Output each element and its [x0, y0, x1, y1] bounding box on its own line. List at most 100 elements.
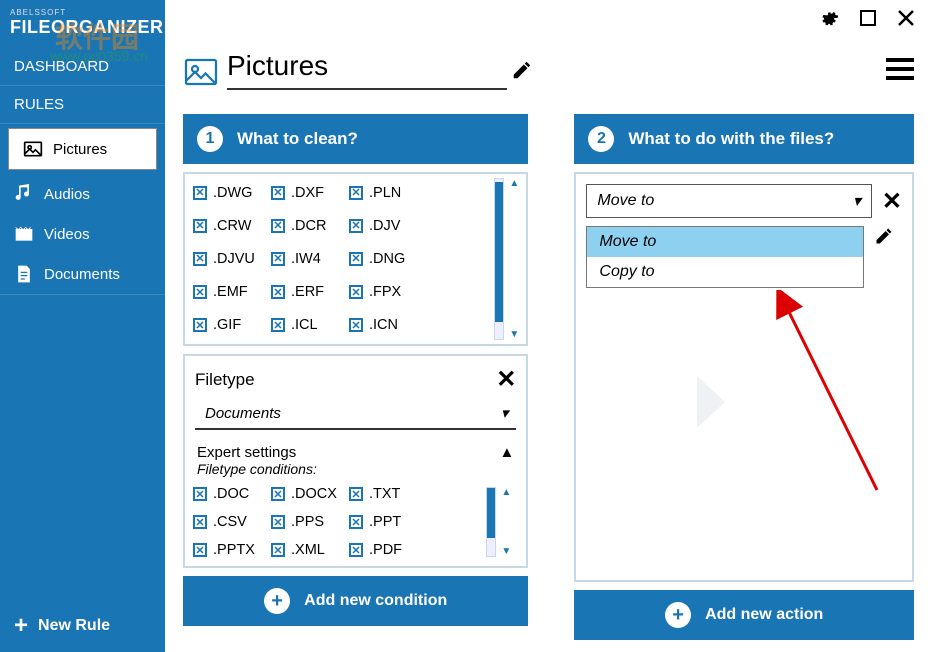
filetype-item[interactable]: ✕ .ICN: [349, 312, 427, 339]
checkbox[interactable]: ✕: [193, 318, 207, 332]
filetype-item[interactable]: ✕ .PPS: [271, 511, 349, 533]
filetype-item[interactable]: ✕.IW4: [271, 245, 349, 272]
filetype-item[interactable]: ✕.DCR: [271, 212, 349, 239]
add-condition-button[interactable]: + Add new condition: [183, 576, 528, 626]
page-title: Pictures: [227, 50, 328, 82]
filetype-item[interactable]: ✕ .DXF: [271, 179, 349, 206]
action-box: Move to ▾ ✕ Move to Copy to: [574, 172, 914, 582]
filetype-item[interactable]: ✕ .DWG: [193, 179, 271, 206]
filetype-label: .CSV: [213, 514, 247, 530]
checkbox[interactable]: ✕: [271, 186, 285, 200]
filetype-item[interactable]: ✕ .DOCX: [271, 483, 349, 505]
scrollbar[interactable]: [494, 178, 504, 340]
checkbox[interactable]: ✕: [193, 285, 207, 299]
sidebar-item-label: Documents: [44, 266, 120, 283]
checkbox[interactable]: ✕: [271, 219, 285, 233]
sidebar-item-videos[interactable]: Videos: [0, 214, 165, 254]
chevron-down-icon: ▾: [501, 404, 509, 422]
hamburger-menu[interactable]: [886, 58, 914, 85]
filetype-item[interactable]: ✕ .PLN: [349, 179, 427, 206]
filetype-label: .ICN: [369, 317, 398, 333]
filetype-item[interactable]: ✕.EMF: [193, 279, 271, 306]
checkbox[interactable]: ✕: [193, 186, 207, 200]
filetype-label: .CRW: [213, 218, 251, 234]
plus-circle-icon: +: [665, 602, 691, 628]
checkbox[interactable]: ✕: [193, 487, 207, 501]
action-dropdown[interactable]: Move to ▾: [586, 184, 872, 218]
collapse-icon[interactable]: ▲: [500, 444, 515, 461]
expert-settings-toggle[interactable]: Expert settings: [197, 444, 296, 461]
checkbox[interactable]: ✕: [271, 252, 285, 266]
checkbox[interactable]: ✕: [271, 285, 285, 299]
filetype-item[interactable]: ✕.DOC: [193, 483, 271, 505]
filetype-item[interactable]: ✕ .CRW: [193, 212, 271, 239]
filetype-label: .ICL: [291, 317, 318, 333]
checkbox[interactable]: ✕: [349, 487, 363, 501]
checkbox[interactable]: ✕: [193, 515, 207, 529]
new-rule-button[interactable]: + New Rule: [14, 612, 110, 640]
checkbox[interactable]: ✕: [349, 543, 363, 557]
gear-icon[interactable]: [820, 8, 840, 28]
checkbox[interactable]: ✕: [349, 318, 363, 332]
filetype-item[interactable]: ✕.PPTX: [193, 539, 271, 561]
add-action-button[interactable]: + Add new action: [574, 590, 914, 640]
chevron-down-icon: ▾: [853, 191, 861, 211]
filetype-item[interactable]: ✕.GIF: [193, 312, 271, 339]
filetype-item[interactable]: ✕.ERF: [271, 279, 349, 306]
remove-condition-button[interactable]: ✕: [496, 365, 516, 394]
filetype-label: .PPT: [369, 514, 401, 530]
pictures-icon: [23, 139, 43, 159]
panel2-title: What to do with the files?: [628, 129, 834, 149]
edit-title-button[interactable]: [511, 59, 533, 81]
scroll-thumb[interactable]: [487, 488, 495, 538]
dropdown-option-copy[interactable]: Copy to: [587, 257, 863, 287]
sidebar-item-label: Audios: [44, 186, 90, 203]
new-rule-label: New Rule: [38, 617, 110, 635]
filetype-label: .DWG: [213, 185, 252, 201]
filetype-item[interactable]: ✕ .FPX: [349, 279, 427, 306]
scrollbar[interactable]: [486, 487, 496, 557]
filetype-item[interactable]: ✕ .ICL: [271, 312, 349, 339]
filetype-label: .DNG: [369, 251, 405, 267]
filetype-item[interactable]: ✕.XML: [271, 539, 349, 561]
checkbox[interactable]: ✕: [193, 219, 207, 233]
filetype-item[interactable]: ✕.DJVU: [193, 245, 271, 272]
dropdown-option-move[interactable]: Move to: [587, 227, 863, 257]
checkbox[interactable]: ✕: [271, 543, 285, 557]
checkbox[interactable]: ✕: [271, 487, 285, 501]
checkbox[interactable]: ✕: [349, 252, 363, 266]
filetype-label: .DOCX: [291, 486, 337, 502]
maximize-icon[interactable]: [858, 8, 878, 28]
checkbox[interactable]: ✕: [349, 515, 363, 529]
filetype-item[interactable]: ✕ .CSV: [193, 511, 271, 533]
scroll-thumb[interactable]: [495, 182, 503, 322]
filetype-item[interactable]: ✕ .PPT: [349, 511, 427, 533]
filetype-label: .FPX: [369, 284, 401, 300]
checkbox[interactable]: ✕: [193, 252, 207, 266]
edit-action-button[interactable]: [874, 226, 894, 246]
checkbox[interactable]: ✕: [349, 219, 363, 233]
plus-icon: +: [14, 612, 28, 640]
checkbox[interactable]: ✕: [349, 186, 363, 200]
action-selected: Move to: [597, 192, 654, 210]
sidebar-dashboard[interactable]: DASHBOARD: [0, 48, 165, 86]
scroll-arrows[interactable]: ▲▼: [501, 487, 515, 557]
checkbox[interactable]: ✕: [349, 285, 363, 299]
checkbox[interactable]: ✕: [271, 318, 285, 332]
sidebar-item-pictures[interactable]: Pictures: [8, 128, 157, 170]
sidebar-item-audios[interactable]: Audios: [0, 174, 165, 214]
filetype-label: .PLN: [369, 185, 401, 201]
remove-action-button[interactable]: ✕: [882, 187, 902, 216]
filetype-item[interactable]: ✕.DJV: [349, 212, 427, 239]
sidebar-item-documents[interactable]: Documents: [0, 254, 165, 294]
close-icon[interactable]: [896, 8, 916, 28]
checkbox[interactable]: ✕: [193, 543, 207, 557]
checkbox[interactable]: ✕: [271, 515, 285, 529]
filetype-dropdown[interactable]: Documents ▾: [195, 400, 516, 430]
scroll-arrows[interactable]: ▲▼: [509, 178, 523, 340]
filetype-item[interactable]: ✕.PDF: [349, 539, 427, 561]
filetype-label: .DXF: [291, 185, 324, 201]
filetype-item[interactable]: ✕.TXT: [349, 483, 427, 505]
filetype-item[interactable]: ✕ .DNG: [349, 245, 427, 272]
filetype-label: .PPS: [291, 514, 324, 530]
